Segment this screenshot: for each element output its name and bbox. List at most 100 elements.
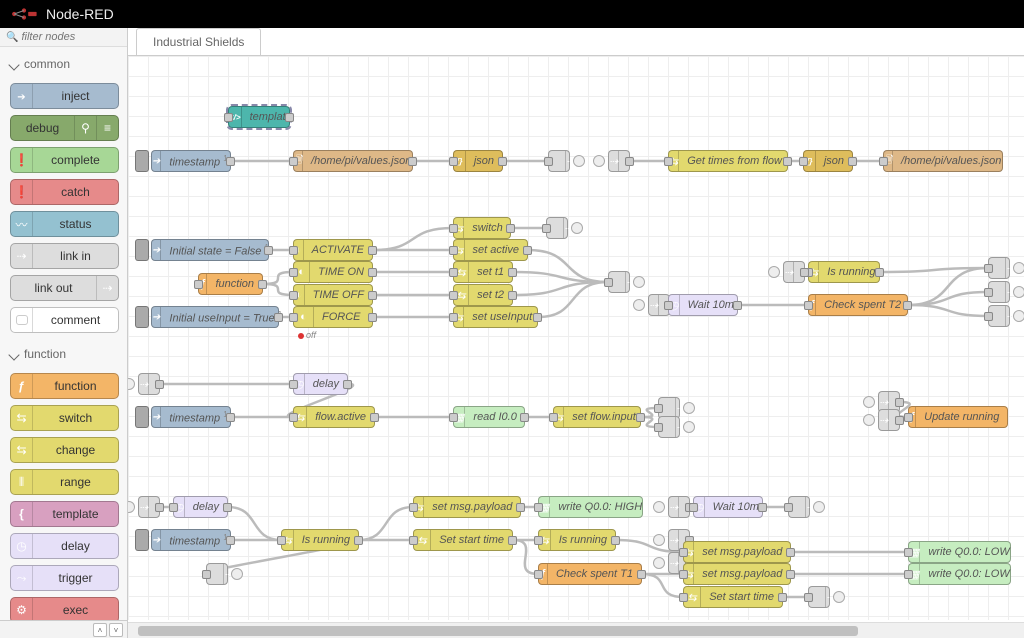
link-port[interactable] bbox=[653, 534, 665, 546]
palette-node-exec[interactable]: exec bbox=[10, 597, 119, 620]
output-port[interactable] bbox=[895, 398, 904, 407]
output-port[interactable] bbox=[523, 246, 532, 255]
flow-node-n_isrun2[interactable]: Is running bbox=[281, 529, 359, 551]
output-port[interactable] bbox=[508, 268, 517, 277]
palette-node-catch[interactable]: catch bbox=[10, 179, 119, 205]
input-port[interactable] bbox=[289, 246, 298, 255]
output-port[interactable] bbox=[786, 548, 795, 557]
flow-node-n_setstart2[interactable]: Set start time bbox=[683, 586, 783, 608]
palette-node-debug[interactable]: debug bbox=[10, 115, 119, 141]
flow-node-n_checkT1[interactable]: Check spent T1 bbox=[538, 563, 642, 585]
link-port[interactable] bbox=[633, 299, 645, 311]
flow-node-n_setuse[interactable]: set useInput bbox=[453, 306, 538, 328]
input-port[interactable] bbox=[289, 268, 298, 277]
input-port[interactable] bbox=[534, 503, 543, 512]
link-port[interactable] bbox=[633, 276, 645, 288]
link-port[interactable] bbox=[863, 414, 875, 426]
input-port[interactable] bbox=[904, 548, 913, 557]
output-port[interactable] bbox=[368, 246, 377, 255]
input-port[interactable] bbox=[289, 413, 298, 422]
link-port[interactable] bbox=[571, 222, 583, 234]
output-port[interactable] bbox=[368, 291, 377, 300]
flow-node-n_delay2[interactable]: delay bbox=[293, 373, 348, 395]
flow-node-n_isrun3[interactable]: Is running bbox=[538, 529, 616, 551]
palette-node-switch[interactable]: switch bbox=[10, 405, 119, 431]
input-port[interactable] bbox=[409, 503, 418, 512]
flow-node-n_linkout1[interactable] bbox=[548, 150, 570, 172]
collapse-down-icon[interactable]: ˅ bbox=[109, 623, 123, 637]
palette-node-delay[interactable]: delay bbox=[10, 533, 119, 559]
horizontal-scrollbar[interactable] bbox=[128, 622, 1024, 638]
flow-node-n_flowact[interactable]: flow.active bbox=[293, 406, 375, 428]
flow-node-n_init_use[interactable]: Initial useInput = True 1 bbox=[151, 306, 279, 328]
output-port[interactable] bbox=[155, 503, 164, 512]
palette-node-comment[interactable]: comment bbox=[10, 307, 119, 333]
inject-button[interactable] bbox=[135, 406, 149, 428]
flow-node-n_setact[interactable]: set active bbox=[453, 239, 528, 261]
link-port[interactable] bbox=[863, 396, 875, 408]
flow-node-n_wait10b[interactable]: Wait 10ms bbox=[693, 496, 763, 518]
link-port[interactable] bbox=[231, 568, 243, 580]
output-port[interactable] bbox=[611, 536, 620, 545]
input-port[interactable] bbox=[784, 503, 793, 512]
flow-node-n_checkT2[interactable]: Check spent T2 bbox=[808, 294, 908, 316]
flow-node-n_setmsg3[interactable]: set msg.payload bbox=[683, 563, 791, 585]
input-port[interactable] bbox=[689, 503, 698, 512]
flow-node-n_timeoff[interactable]: TIME OFF bbox=[293, 284, 373, 306]
palette-node-inject[interactable]: inject bbox=[10, 83, 119, 109]
flow-node-n_file2[interactable]: /home/pi/values.json bbox=[883, 150, 1003, 172]
output-port[interactable] bbox=[516, 503, 525, 512]
input-port[interactable] bbox=[289, 291, 298, 300]
input-port[interactable] bbox=[654, 423, 663, 432]
link-port[interactable] bbox=[683, 402, 695, 414]
flow-node-n_linkin1[interactable] bbox=[608, 150, 630, 172]
flow-node-n_json2[interactable]: json bbox=[803, 150, 853, 172]
output-port[interactable] bbox=[368, 268, 377, 277]
input-port[interactable] bbox=[289, 313, 298, 322]
output-port[interactable] bbox=[786, 570, 795, 579]
output-port[interactable] bbox=[354, 536, 363, 545]
output-port[interactable] bbox=[508, 536, 517, 545]
palette-node-complete[interactable]: complete bbox=[10, 147, 119, 173]
input-port[interactable] bbox=[804, 593, 813, 602]
input-port[interactable] bbox=[449, 246, 458, 255]
flow-node-n_setmsg2[interactable]: set msg.payload bbox=[683, 541, 791, 563]
palette-node-change[interactable]: change bbox=[10, 437, 119, 463]
output-port[interactable] bbox=[258, 280, 267, 289]
input-port[interactable] bbox=[449, 268, 458, 277]
palette-category-common[interactable]: common bbox=[10, 49, 119, 77]
flow-node-n_linkout_b2[interactable] bbox=[206, 563, 228, 585]
input-port[interactable] bbox=[679, 570, 688, 579]
palette-node-template[interactable]: template bbox=[10, 501, 119, 527]
link-port[interactable] bbox=[683, 421, 695, 433]
output-port[interactable] bbox=[508, 291, 517, 300]
flow-node-n_linkout_m[interactable] bbox=[788, 496, 810, 518]
flow-node-n_setflowin[interactable]: set flow.input bbox=[553, 406, 641, 428]
flow-node-n_fn1[interactable]: function bbox=[198, 273, 263, 295]
output-port[interactable] bbox=[274, 313, 283, 322]
input-port[interactable] bbox=[449, 224, 458, 233]
input-port[interactable] bbox=[904, 413, 913, 422]
link-port[interactable] bbox=[128, 378, 135, 390]
flow-node-n_linkin_ur2[interactable] bbox=[878, 409, 900, 431]
filter-input[interactable] bbox=[21, 31, 121, 43]
output-port[interactable] bbox=[903, 301, 912, 310]
scrollbar-thumb[interactable] bbox=[138, 626, 858, 636]
flow-node-n_delay3[interactable]: delay bbox=[173, 496, 228, 518]
input-port[interactable] bbox=[534, 570, 543, 579]
flow-node-n_linkin_m[interactable] bbox=[668, 496, 690, 518]
output-port[interactable] bbox=[343, 380, 352, 389]
flow-node-n_linkout_s2[interactable] bbox=[808, 586, 830, 608]
output-port[interactable] bbox=[506, 224, 515, 233]
input-port[interactable] bbox=[664, 157, 673, 166]
output-port[interactable] bbox=[370, 413, 379, 422]
flow-node-n_wq0l2[interactable]: write Q0.0: LOW bbox=[908, 563, 1011, 585]
input-port[interactable] bbox=[289, 380, 298, 389]
flow-node-n_linkin_d[interactable] bbox=[138, 373, 160, 395]
flow-node-n_sett2[interactable]: set t2 bbox=[453, 284, 513, 306]
input-port[interactable] bbox=[449, 313, 458, 322]
input-port[interactable] bbox=[409, 536, 418, 545]
flow-node-n_setstart1[interactable]: Set start time bbox=[413, 529, 513, 551]
link-port[interactable] bbox=[1013, 262, 1024, 274]
input-port[interactable] bbox=[654, 404, 663, 413]
